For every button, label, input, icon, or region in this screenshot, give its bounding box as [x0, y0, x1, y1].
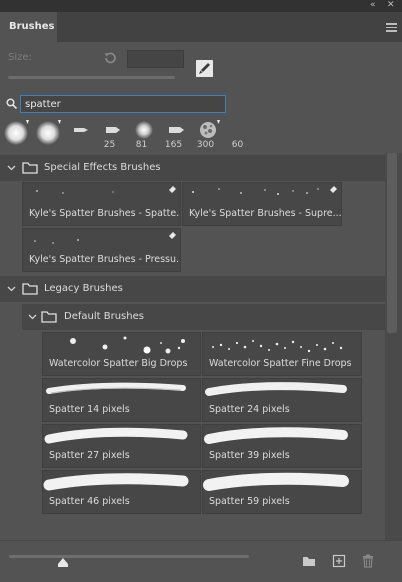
folder-icon — [22, 162, 38, 174]
stroke-preview-icon — [204, 427, 348, 444]
soft-round-icon — [135, 121, 153, 139]
brush-tile[interactable]: Watercolor Spatter Fine Drops — [202, 332, 362, 376]
group-default[interactable]: Default Brushes — [22, 304, 385, 330]
brush-tile[interactable]: Kyle's Spatter Brushes - Pressu... — [22, 228, 181, 272]
stroke-preview-icon — [44, 427, 188, 444]
brush-tile[interactable]: Spatter 14 pixels — [42, 378, 201, 422]
spatter-preview-icon — [34, 232, 176, 244]
group-label: Special Effects Brushes — [44, 162, 161, 173]
scrollbar-thumb[interactable] — [387, 153, 397, 333]
new-group-folder-icon[interactable] — [302, 554, 316, 568]
tab-brushes[interactable]: Brushes — [0, 12, 57, 42]
spatter-preview-icon — [36, 186, 176, 194]
brush-name: Spatter 14 pixels — [49, 404, 130, 415]
size-label: Size: — [8, 52, 32, 63]
trash-icon[interactable] — [361, 554, 375, 568]
recent-brush[interactable] — [34, 118, 63, 151]
chevron-down-icon[interactable] — [7, 163, 16, 172]
stroke-preview-icon — [43, 473, 189, 491]
panel-title-bar: « ✕ — [0, 0, 402, 12]
spatter-preview-icon — [192, 186, 337, 195]
recent-brush[interactable]: 60 — [194, 118, 243, 151]
folder-icon — [22, 283, 38, 295]
chevron-down-icon[interactable] — [28, 312, 37, 321]
size-slider[interactable] — [8, 76, 175, 79]
brush-name: Spatter 27 pixels — [49, 450, 130, 461]
new-brush-icon[interactable] — [196, 60, 213, 77]
brush-name: Spatter 46 pixels — [49, 496, 130, 507]
new-brush-plus-icon[interactable] — [332, 554, 346, 568]
group-special-effects[interactable]: Special Effects Brushes — [0, 155, 385, 181]
brush-tip-icon — [169, 127, 184, 133]
preview-size-slider[interactable] — [9, 555, 249, 558]
group-label: Default Brushes — [64, 311, 144, 322]
reset-size-icon[interactable] — [103, 51, 117, 65]
folder-icon — [41, 311, 57, 323]
brush-name: Kyle's Spatter Brushes - Spatte... — [29, 208, 181, 219]
brush-tile[interactable]: Spatter 24 pixels — [202, 378, 362, 422]
brush-tile[interactable]: Watercolor Spatter Big Drops — [42, 332, 201, 376]
brush-name: Kyle's Spatter Brushes - Pressu... — [29, 254, 181, 265]
slider-handle-icon[interactable] — [58, 558, 68, 567]
collapse-panel-button[interactable]: « — [370, 0, 376, 11]
brush-name: Watercolor Spatter Fine Drops — [209, 358, 352, 369]
brush-tip-icon — [74, 128, 88, 132]
brush-name: Spatter 24 pixels — [209, 404, 290, 415]
recent-brush[interactable]: 81 — [98, 118, 147, 151]
texture-brush-icon — [200, 120, 220, 138]
brush-tile[interactable]: Spatter 27 pixels — [42, 424, 201, 468]
recent-brush[interactable] — [2, 118, 31, 151]
recent-brushes-row: 25 81 165 300 60 — [2, 118, 243, 151]
recent-brush[interactable]: 25 — [66, 118, 115, 151]
brush-tile[interactable]: Kyle's Spatter Brushes - Supre... — [182, 182, 342, 226]
round-brush-icon — [36, 120, 61, 145]
recent-brush[interactable]: 165 — [130, 118, 182, 151]
brush-name: Kyle's Spatter Brushes - Supre... — [189, 208, 342, 219]
brush-tile[interactable]: Spatter 39 pixels — [202, 424, 362, 468]
chevron-down-icon[interactable] — [7, 284, 16, 293]
panel-tab-bar: Brushes — [0, 12, 402, 42]
big-drops-preview-icon — [70, 336, 185, 354]
brush-name: Watercolor Spatter Big Drops — [49, 358, 188, 369]
group-label: Legacy Brushes — [44, 283, 123, 294]
panel-menu-icon[interactable] — [386, 23, 397, 32]
stroke-preview-icon — [205, 382, 347, 396]
recent-brush[interactable]: 300 — [162, 118, 214, 151]
brush-tile[interactable]: Kyle's Spatter Brushes - Spatte... — [22, 182, 181, 226]
round-brush-icon — [4, 120, 29, 145]
close-panel-button[interactable]: ✕ — [387, 0, 395, 11]
fine-drops-preview-icon — [212, 340, 343, 353]
stroke-preview-icon — [46, 382, 186, 394]
size-field[interactable] — [127, 50, 184, 68]
brush-tile[interactable]: Spatter 59 pixels — [202, 470, 362, 514]
stroke-preview-icon — [203, 472, 349, 491]
brush-tile[interactable]: Spatter 46 pixels — [42, 470, 201, 514]
brush-tip-icon — [106, 127, 120, 133]
brush-name: Spatter 59 pixels — [209, 496, 290, 507]
brush-name: Spatter 39 pixels — [209, 450, 290, 461]
search-icon — [6, 98, 17, 109]
group-legacy[interactable]: Legacy Brushes — [0, 276, 385, 302]
brush-size-label: 60 — [231, 140, 244, 150]
search-input[interactable] — [20, 95, 226, 113]
